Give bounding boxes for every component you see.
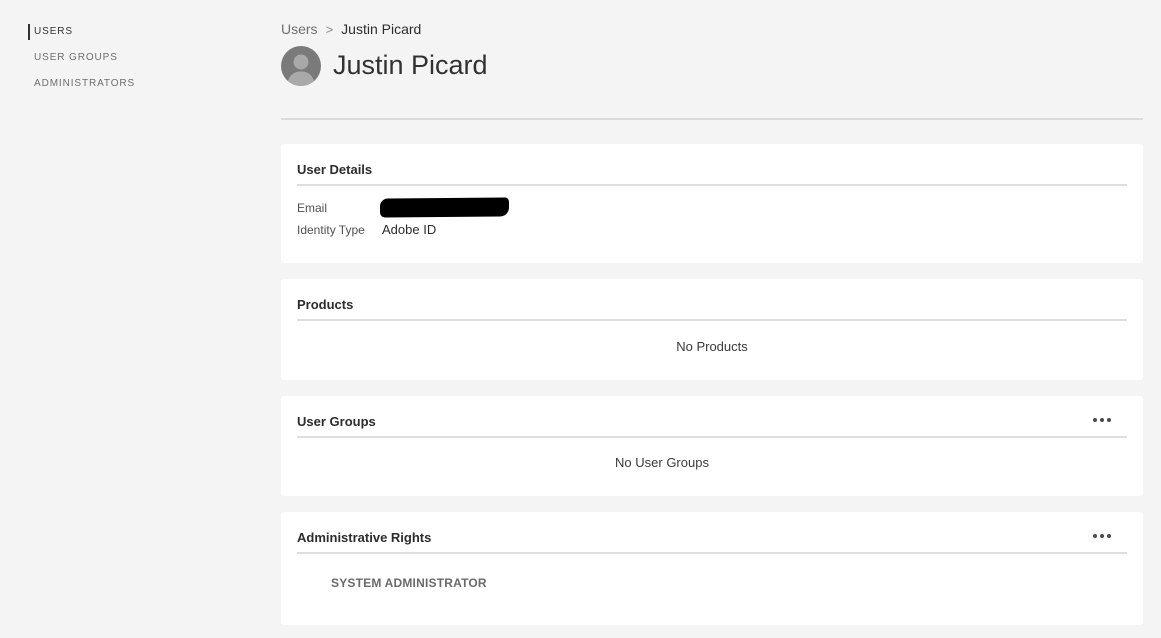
breadcrumb: Users > Justin Picard — [281, 20, 421, 39]
user-groups-title: User Groups — [297, 414, 376, 429]
main-content: Users > Justin Picard Justin Picard User D… — [281, 0, 1143, 638]
admin-role-text: SYSTEM ADMINISTRATOR — [331, 576, 487, 590]
products-empty-text: No Products — [676, 339, 748, 354]
breadcrumb-current: Justin Picard — [341, 21, 422, 37]
breadcrumb-users-link[interactable]: Users — [281, 21, 318, 37]
sidebar-item-administrators[interactable]: ADMINISTRATORS — [28, 76, 135, 92]
header-divider — [281, 118, 1143, 120]
card-divider — [297, 436, 1127, 438]
avatar-silhouette — [287, 54, 315, 86]
identity-type-label: Identity Type — [297, 223, 365, 237]
user-details-title: User Details — [297, 162, 373, 177]
card-divider — [297, 184, 1127, 186]
products-card: Products No Products — [281, 279, 1143, 380]
more-options-icon[interactable] — [1093, 415, 1111, 425]
identity-type-value: Adobe ID — [382, 222, 437, 237]
user-avatar-icon — [281, 46, 321, 86]
email-value-redacted — [379, 197, 510, 218]
user-details-card: User Details Email Identity Type Adobe I… — [281, 144, 1143, 263]
page-title: Justin Picard — [333, 50, 488, 80]
more-options-icon[interactable] — [1093, 531, 1111, 541]
administrative-rights-title: Administrative Rights — [297, 530, 432, 545]
sidebar-item-users[interactable]: USERS — [28, 24, 73, 40]
user-groups-empty-text: No User Groups — [615, 455, 709, 470]
card-divider — [297, 552, 1127, 554]
email-label: Email — [297, 201, 328, 215]
breadcrumb-separator: > — [325, 22, 334, 37]
user-groups-card: User Groups No User Groups — [281, 396, 1143, 496]
products-title: Products — [297, 297, 354, 312]
card-divider — [297, 319, 1127, 321]
sidebar: USERS USER GROUPS ADMINISTRATORS — [0, 0, 260, 638]
administrative-rights-card: Administrative Rights SYSTEM ADMINISTRAT… — [281, 512, 1143, 625]
sidebar-item-user-groups[interactable]: USER GROUPS — [28, 50, 118, 66]
